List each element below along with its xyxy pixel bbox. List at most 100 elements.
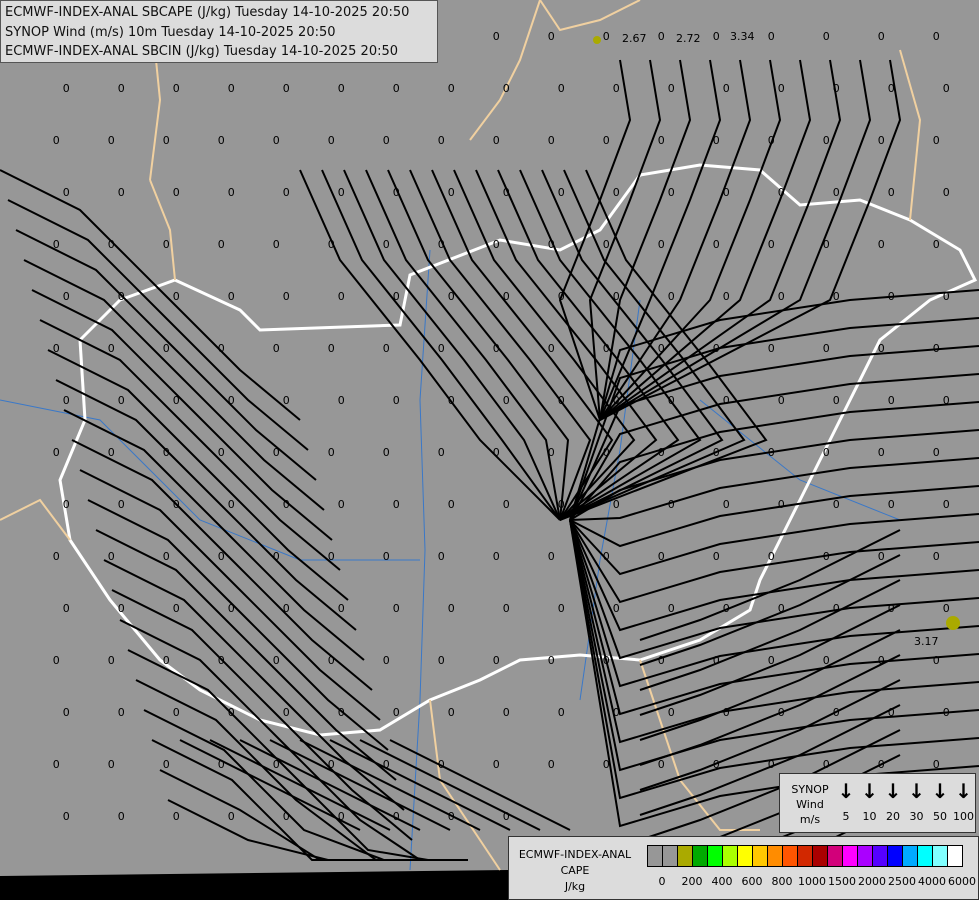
cape-value-label: 0: [713, 550, 720, 563]
title-line-wind: SYNOP Wind (m/s) 10m Tuesday 14-10-2025 …: [5, 24, 336, 40]
cape-value-label: 0: [228, 290, 235, 303]
cape-value-label: 0: [723, 186, 730, 199]
cape-value-label: 0: [933, 654, 940, 667]
cape-value-label: 0: [723, 290, 730, 303]
cape-value-label: 0: [108, 134, 115, 147]
cape-value-label: 0: [878, 342, 885, 355]
cape-value-label: 0: [173, 186, 180, 199]
cape-value-label: 0: [603, 758, 610, 771]
cape-value-label: 0: [878, 238, 885, 251]
cape-value-label: 0: [778, 498, 785, 511]
cape-value-label: 0: [493, 446, 500, 459]
cape-value-label: 0: [833, 186, 840, 199]
cape-value-label: 0: [273, 550, 280, 563]
cape-value-label: 0: [273, 654, 280, 667]
cape-color-swatch: [843, 846, 858, 866]
cape-value-label: 0: [888, 602, 895, 615]
cape-color-swatch: [753, 846, 768, 866]
cape-tick-label: 600: [741, 875, 763, 888]
cape-value-label: 0: [603, 550, 610, 563]
cape-value-label: 0: [768, 342, 775, 355]
cape-value-label: 0: [448, 290, 455, 303]
cape-value-label: 0: [603, 134, 610, 147]
cape-value-label: 0: [713, 758, 720, 771]
cape-value-label: 0: [943, 290, 950, 303]
cape-value-label: 0: [228, 498, 235, 511]
cape-value-label: 0: [273, 238, 280, 251]
cape-value-label: 0: [163, 134, 170, 147]
cape-value-label: 0: [118, 186, 125, 199]
cape-value-label: 0: [283, 706, 290, 719]
cape-value-label: 0: [503, 82, 510, 95]
cape-value-label: 0: [548, 30, 555, 43]
cape-value-label: 0: [658, 342, 665, 355]
cape-value-label: 0: [558, 186, 565, 199]
cape-tick-label: 4000: [918, 875, 946, 888]
cape-value-label: 0: [218, 238, 225, 251]
cape-tick-label: 1000: [798, 875, 826, 888]
cape-value-label: 0: [53, 550, 60, 563]
cape-value-label: 0: [668, 82, 675, 95]
cape-value-label: 0: [713, 654, 720, 667]
cape-value-label: 0: [63, 394, 70, 407]
cape-color-swatch: [648, 846, 663, 866]
synop-speed-label: 20: [886, 810, 900, 823]
cape-value-label: 0: [328, 342, 335, 355]
cape-value-label: 0: [503, 810, 510, 823]
synop-speed-label: 30: [909, 810, 924, 823]
cape-value-label: 0: [943, 602, 950, 615]
cape-value-label: 0: [393, 186, 400, 199]
cape-value-label: 0: [833, 498, 840, 511]
cape-value-label: 0: [768, 654, 775, 667]
cape-value-label: 0: [658, 446, 665, 459]
cape-value-label: 0: [613, 394, 620, 407]
cape-tick-label: 2500: [888, 875, 916, 888]
cape-value-label: 0: [273, 342, 280, 355]
cape-color-swatch: [678, 846, 693, 866]
cape-value-label: 0: [273, 758, 280, 771]
cape-value-label: 0: [338, 394, 345, 407]
cape-value-label: 0: [878, 550, 885, 563]
cape-value-label: 0: [713, 30, 720, 43]
cape-value-label: 0: [273, 134, 280, 147]
cape-value-label: 0: [658, 758, 665, 771]
cape-value-label: 0: [163, 238, 170, 251]
cape-value-label: 0: [108, 238, 115, 251]
cape-value-label: 0: [283, 82, 290, 95]
cape-value-label: 0: [723, 602, 730, 615]
cape-value-label: 0: [173, 82, 180, 95]
cape-value-label: 0: [173, 394, 180, 407]
cape-value-label: 0: [823, 446, 830, 459]
cape-value-label: 0: [108, 550, 115, 563]
cape-value-label: 0: [658, 238, 665, 251]
cape-value-label: 0: [448, 82, 455, 95]
cape-value-label: 0: [163, 446, 170, 459]
cape-color-swatch: [888, 846, 903, 866]
cape-value-label: 0: [878, 30, 885, 43]
cape-value-label: 0: [888, 186, 895, 199]
cape-value-label: 0: [603, 238, 610, 251]
cape-color-swatch: [948, 846, 962, 866]
arrow-down-icon: ↓: [955, 779, 972, 803]
synop-speed-label: 50: [933, 810, 947, 823]
cape-value-label: 0: [768, 134, 775, 147]
cape-value-label: 0: [778, 82, 785, 95]
cape-value-label: 0: [383, 342, 390, 355]
cape-value-label: 0: [228, 186, 235, 199]
cape-color-swatch: [933, 846, 948, 866]
cape-value-label: 0: [768, 30, 775, 43]
cape-value-label: 0: [558, 394, 565, 407]
cape-value-label: 0: [448, 498, 455, 511]
cape-color-swatch: [768, 846, 783, 866]
cape-value-label: 0: [778, 290, 785, 303]
cape-value-label: 0: [53, 446, 60, 459]
cape-value-label: 0: [53, 134, 60, 147]
cape-value-label: 0: [933, 446, 940, 459]
cape-value-label: 0: [438, 550, 445, 563]
cape-value-label: 0: [393, 498, 400, 511]
cape-value-label: 0: [328, 550, 335, 563]
cape-value-label: 0: [108, 446, 115, 459]
cape-value-label: 0: [218, 758, 225, 771]
cape-value-label: 0: [218, 134, 225, 147]
cape-value-label: 0: [273, 446, 280, 459]
